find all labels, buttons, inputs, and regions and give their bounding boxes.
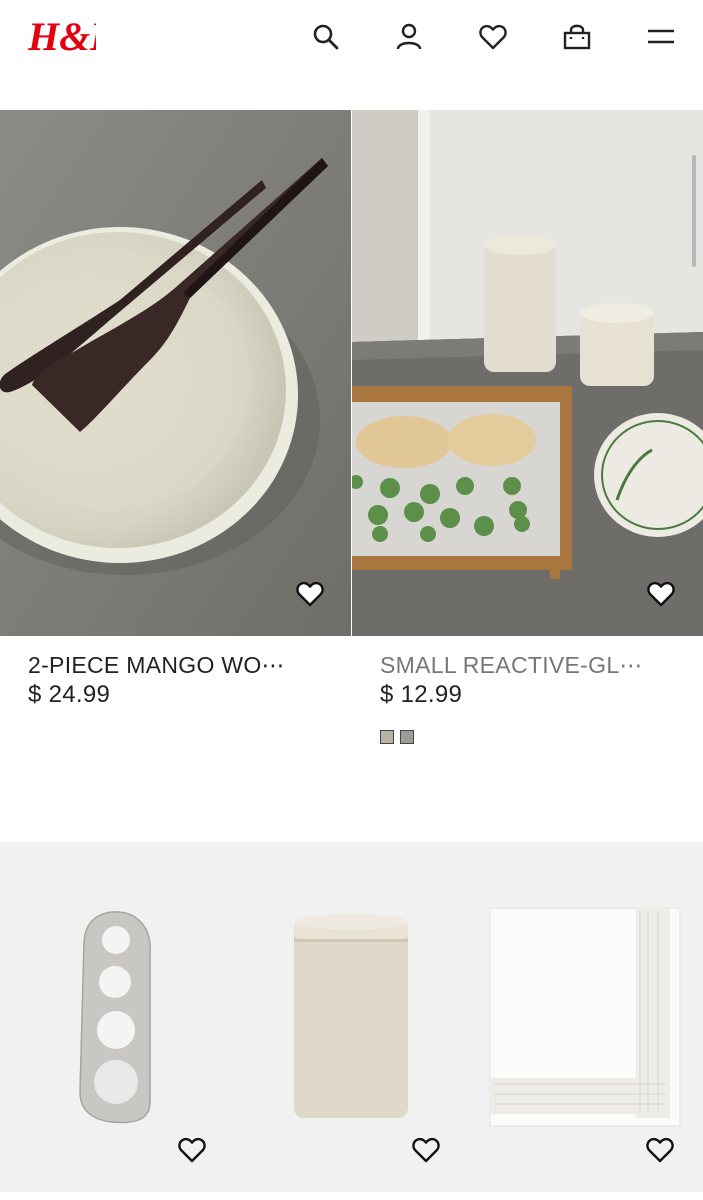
favorite-button-product-3[interactable] — [175, 1133, 209, 1167]
product-image-pasta-measurer[interactable] — [0, 842, 234, 1192]
shopping-bag-icon[interactable] — [560, 20, 594, 54]
color-swatch-1[interactable] — [380, 730, 394, 744]
product-image-ceramic-canister[interactable] — [234, 842, 468, 1192]
menu-icon[interactable] — [644, 20, 678, 54]
favorite-button-product-5[interactable] — [643, 1133, 677, 1167]
brand-logo[interactable]: H&M — [26, 12, 127, 60]
account-icon[interactable] — [392, 20, 426, 54]
svg-text:H&M: H&M — [27, 14, 96, 59]
favorites-icon[interactable] — [476, 20, 510, 54]
top-header: H&M — [0, 0, 703, 80]
color-swatch-2[interactable] — [400, 730, 414, 744]
product-price-2: $ 12.99 — [380, 681, 463, 708]
product-price-1: $ 24.99 — [28, 681, 111, 708]
favorite-button-product-4[interactable] — [409, 1133, 443, 1167]
product-image-reactive-glaze-canister[interactable] — [352, 110, 703, 636]
favorite-button-product-2[interactable] — [644, 577, 678, 611]
product-name-1[interactable]: 2-PIECE MANGO WO⋯ — [28, 652, 328, 679]
search-icon[interactable] — [309, 20, 343, 54]
product-name-2[interactable]: SMALL REACTIVE-GL⋯ — [380, 652, 680, 679]
product-image-lace-napkin[interactable] — [468, 842, 703, 1192]
scrollbar[interactable] — [692, 155, 696, 267]
product-image-mango-wood-utensils[interactable] — [0, 110, 351, 636]
favorite-button-product-1[interactable] — [293, 577, 327, 611]
